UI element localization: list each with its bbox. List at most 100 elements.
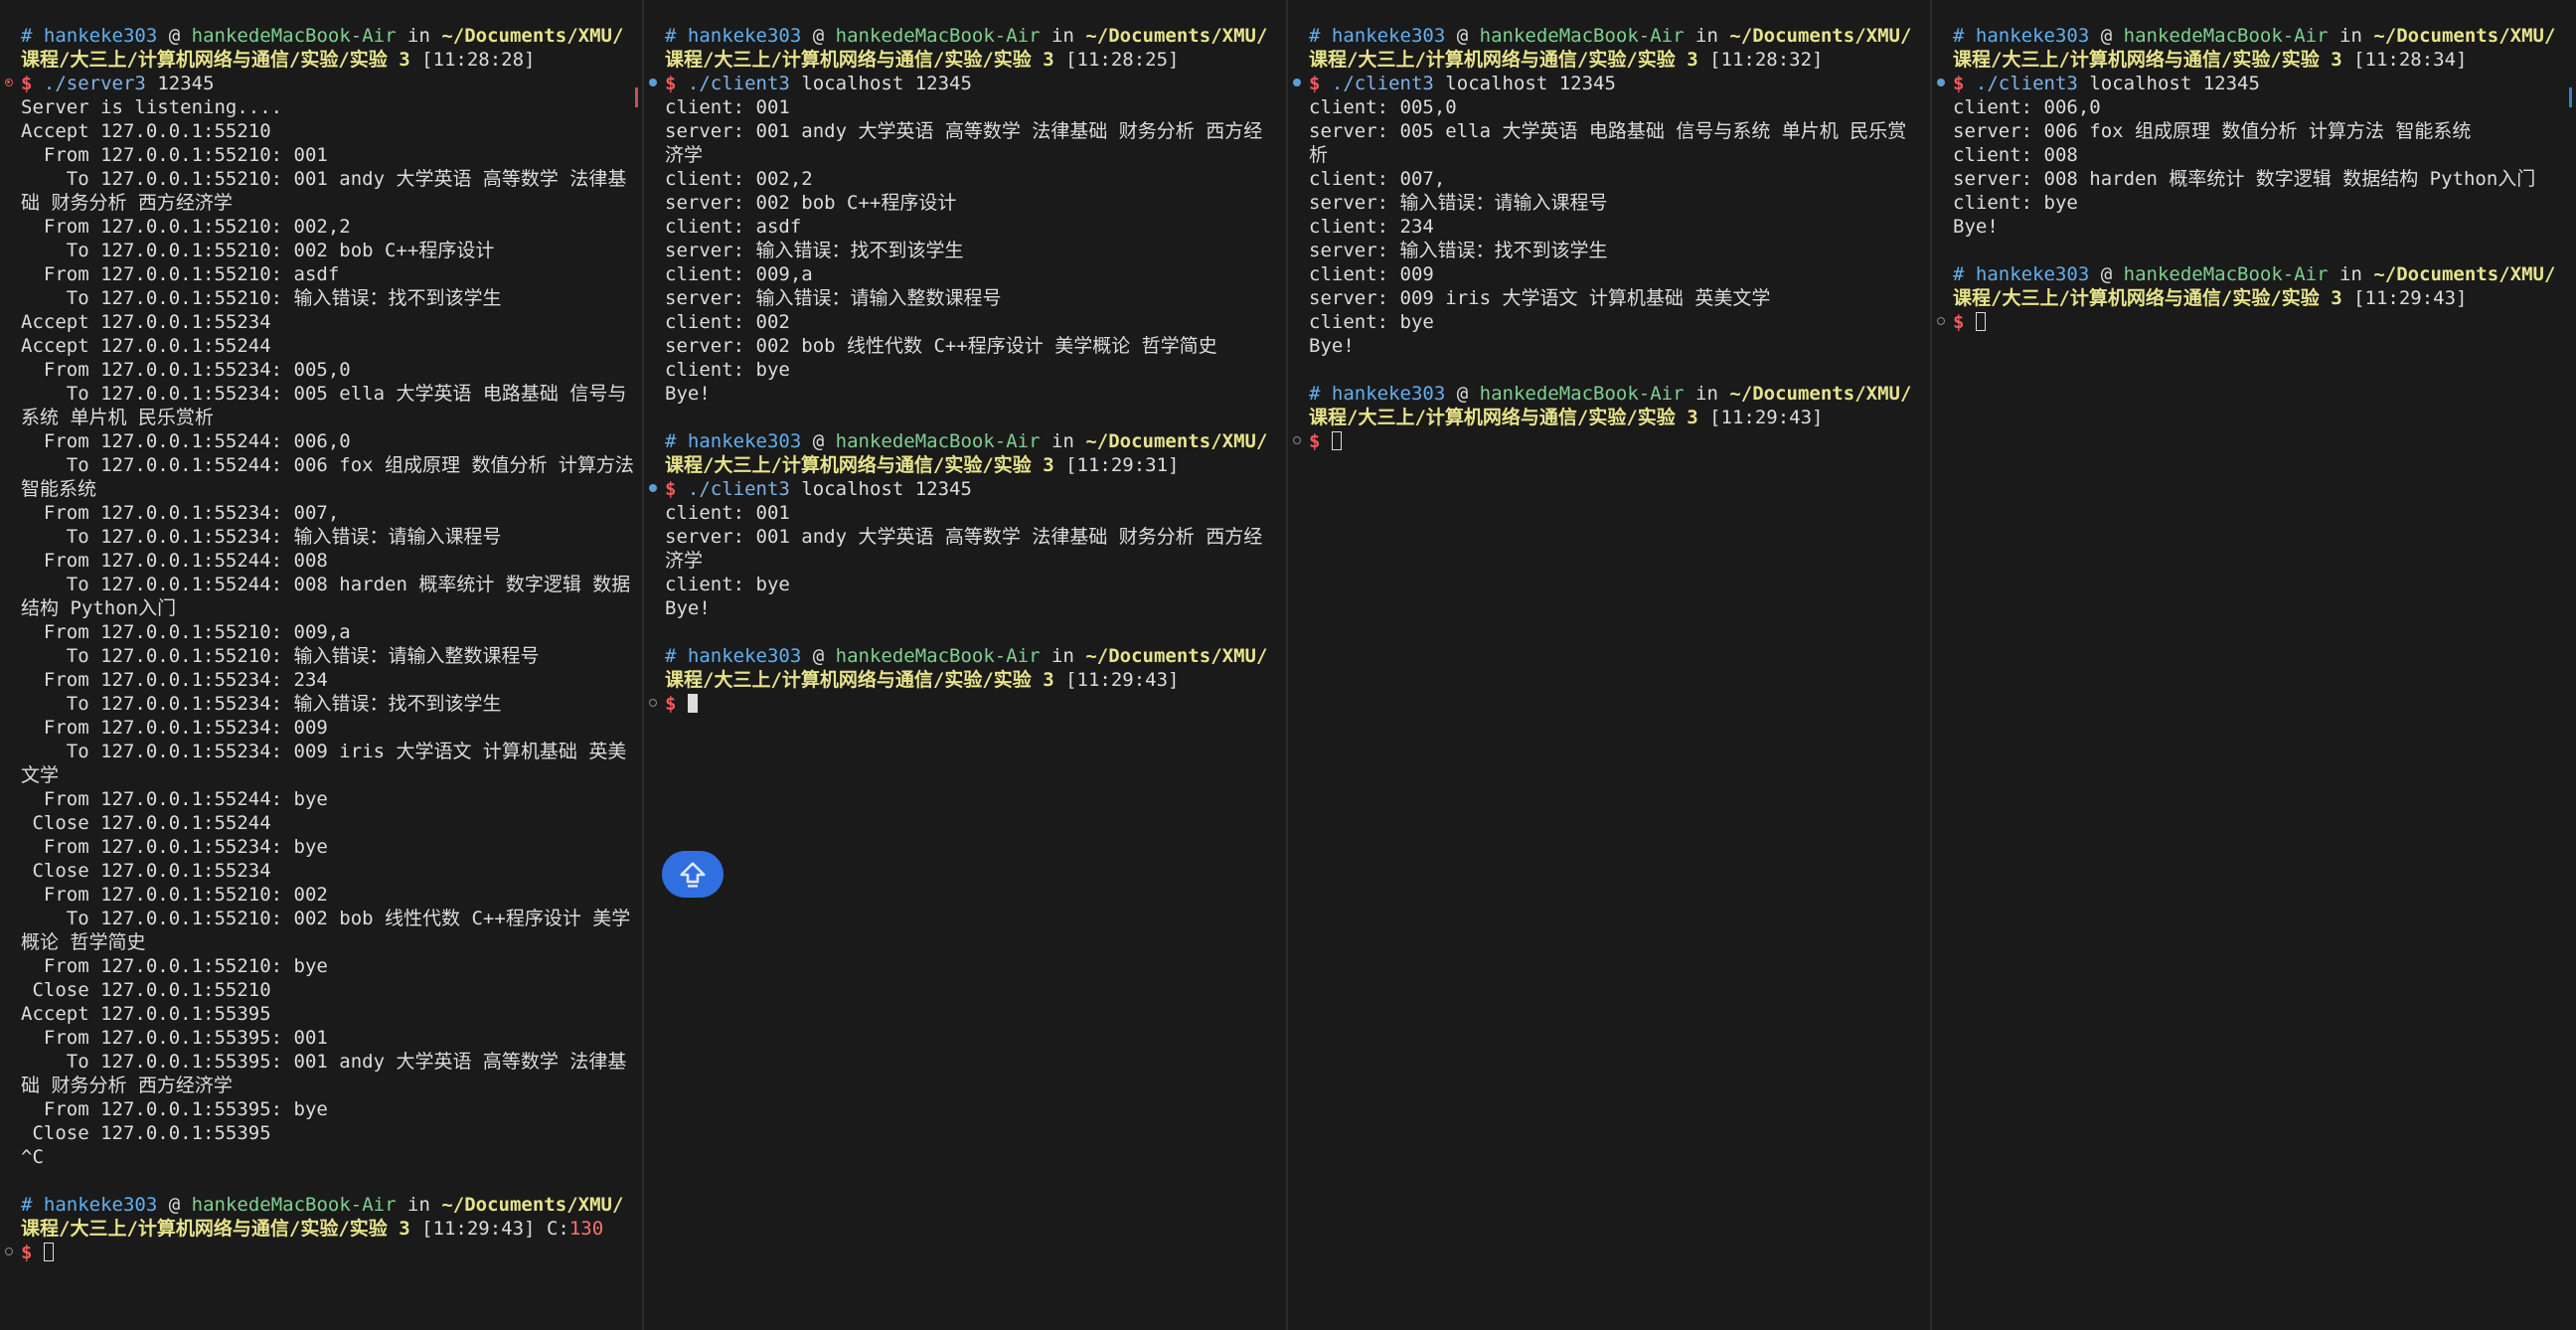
prompt-header: # hankeke303 @ hankedeMacBook-Air in ~/D… [665, 644, 1278, 692]
output-line: Close 127.0.0.1:55234 [21, 860, 271, 882]
prompt-hash: # [1953, 25, 1965, 47]
output-line: server: 输入错误：找不到该学生 [665, 240, 964, 261]
scroll-indicator[interactable] [2569, 87, 2572, 107]
output-line: server: 008 harden 概率统计 数字逻辑 数据结构 Python… [1953, 168, 2536, 190]
cursor-icon[interactable] [43, 1243, 54, 1261]
command-name: ./client3 [687, 478, 790, 500]
input-method-button[interactable] [662, 851, 724, 898]
output-line: server: 009 iris 大学语文 计算机基础 英美文学 [1309, 287, 1771, 309]
output-line: From 127.0.0.1:55210: bye [21, 955, 328, 977]
client-pane-3[interactable]: # hankeke303 @ hankedeMacBook-Air in ~/D… [1932, 0, 2576, 1330]
output-line: To 127.0.0.1:55210: 输入错误：请输入整数课程号 [21, 645, 540, 667]
prompt-in: in [2339, 25, 2362, 47]
prompt-at: @ [2100, 25, 2113, 47]
output-line: client: 001 [665, 502, 790, 524]
output-line: server: 输入错误：请输入整数课程号 [665, 287, 1002, 309]
prompt-header: # hankeke303 @ hankedeMacBook-Air in ~/D… [665, 24, 1278, 72]
output-line: client: bye [665, 359, 790, 381]
command-line: $ ./client3 localhost 12345 [649, 477, 1278, 501]
command-line: $ ./server3 12345 [5, 72, 634, 95]
prompt-header: # hankeke303 @ hankedeMacBook-Air in ~/D… [21, 24, 634, 72]
command-args: localhost 12345 [801, 73, 972, 94]
cursor-icon[interactable] [1331, 431, 1342, 450]
command-name: ./client3 [1975, 73, 2078, 94]
output-line: server: 002 bob C++程序设计 [665, 192, 957, 214]
output-line: From 127.0.0.1:55244: 006,0 [21, 430, 351, 452]
output-line: To 127.0.0.1:55210: 001 andy 大学英语 高等数学 法… [21, 168, 627, 214]
command-line: $ ./client3 localhost 12345 [1937, 72, 2568, 95]
prompt-time: [11:28:32] [1709, 49, 1824, 71]
prompt-dollar: $ [21, 1242, 33, 1263]
prompt-dollar: $ [1309, 73, 1321, 94]
prompt-dollar: $ [665, 693, 677, 715]
prompt-in: in [407, 1194, 430, 1216]
prompt-host: hankedeMacBook-Air [191, 1194, 397, 1216]
input-prompt-line[interactable]: $ [1937, 310, 2568, 334]
cursor-icon[interactable] [687, 694, 698, 713]
prompt-user: hankeke303 [1975, 25, 2090, 47]
prompt-user: hankeke303 [687, 25, 802, 47]
prompt-at: @ [812, 25, 825, 47]
status-dot-icon [5, 1247, 13, 1255]
server-pane[interactable]: # hankeke303 @ hankedeMacBook-Air in ~/D… [0, 0, 644, 1330]
prompt-host: hankedeMacBook-Air [1479, 25, 1685, 47]
prompt-at: @ [2100, 263, 2113, 285]
prompt-in: in [1051, 25, 1074, 47]
output-line: server: 005 ella 大学英语 电路基础 信号与系统 单片机 民乐赏… [1309, 120, 1907, 166]
output-line: client: 007, [1309, 168, 1446, 190]
output-line: Bye! [1953, 216, 1999, 238]
output-line: From 127.0.0.1:55210: 002 [21, 884, 328, 906]
status-dot-icon [649, 699, 657, 707]
output-line: Close 127.0.0.1:55244 [21, 812, 271, 834]
prompt-host: hankedeMacBook-Air [835, 430, 1041, 452]
exit-label: C: [546, 1218, 569, 1240]
prompt-in: in [1051, 645, 1074, 667]
prompt-host: hankedeMacBook-Air [835, 25, 1041, 47]
output-line: From 127.0.0.1:55210: 001 [21, 144, 328, 166]
prompt-header: # hankeke303 @ hankedeMacBook-Air in ~/D… [665, 429, 1278, 477]
output-line: client: 002 [665, 311, 790, 333]
output-line: Bye! [1309, 335, 1355, 357]
output-line: client: bye [1309, 311, 1434, 333]
prompt-dollar: $ [1953, 311, 1965, 333]
output-line: client: 008 [1953, 144, 2078, 166]
prompt-host: hankedeMacBook-Air [835, 645, 1041, 667]
output-line: From 127.0.0.1:55234: 005,0 [21, 359, 351, 381]
output-line: From 127.0.0.1:55210: 009,a [21, 621, 351, 643]
prompt-hash: # [665, 25, 677, 47]
output-line: Server is listening.... [21, 96, 283, 118]
output-line: From 127.0.0.1:55395: 001 [21, 1027, 328, 1049]
input-prompt-line[interactable]: $ [5, 1241, 634, 1264]
input-prompt-line[interactable]: $ [1293, 429, 1922, 453]
scroll-indicator[interactable] [635, 87, 638, 107]
prompt-dollar: $ [665, 478, 677, 500]
input-method-icon [680, 861, 706, 888]
prompt-time: [11:29:43] [421, 1218, 536, 1240]
output-line: From 127.0.0.1:55244: 008 [21, 550, 328, 572]
command-args: localhost 12345 [2089, 73, 2260, 94]
prompt-dollar: $ [1309, 430, 1321, 452]
output-line: From 127.0.0.1:55234: 234 [21, 669, 328, 691]
prompt-at: @ [812, 430, 825, 452]
output-line: client: 006,0 [1953, 96, 2101, 118]
output-line: client: 009,a [665, 263, 813, 285]
prompt-time: [11:29:43] [2353, 287, 2468, 309]
cursor-icon[interactable] [1975, 312, 1986, 331]
command-name: ./client3 [687, 73, 790, 94]
input-prompt-line[interactable]: $ [649, 692, 1278, 716]
output-line: server: 006 fox 组成原理 数值分析 计算方法 智能系统 [1953, 120, 2472, 142]
prompt-hash: # [1309, 25, 1321, 47]
prompt-in: in [1051, 430, 1074, 452]
client-pane-1[interactable]: # hankeke303 @ hankedeMacBook-Air in ~/D… [644, 0, 1288, 1330]
output-line: To 127.0.0.1:55244: 008 harden 概率统计 数字逻辑… [21, 574, 631, 619]
prompt-user: hankeke303 [43, 25, 158, 47]
client-pane-2[interactable]: # hankeke303 @ hankedeMacBook-Air in ~/D… [1288, 0, 1932, 1330]
output-line: From 127.0.0.1:55210: asdf [21, 263, 340, 285]
prompt-in: in [2339, 263, 2362, 285]
output-line: From 127.0.0.1:55244: bye [21, 788, 328, 810]
prompt-header: # hankeke303 @ hankedeMacBook-Air in ~/D… [21, 1193, 634, 1241]
prompt-at: @ [168, 1194, 181, 1216]
prompt-time: [11:29:31] [1065, 454, 1180, 476]
